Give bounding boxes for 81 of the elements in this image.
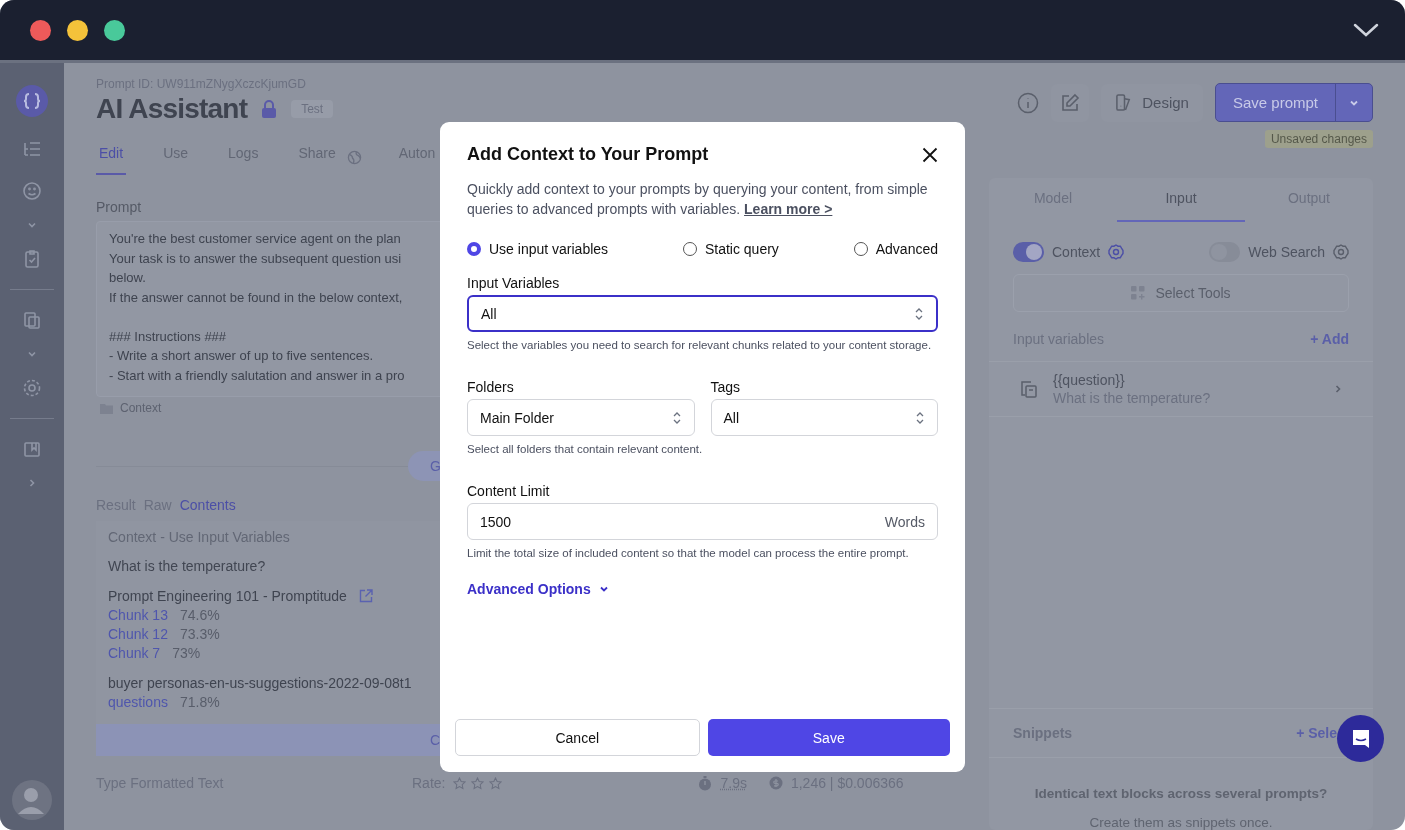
globe-icon <box>346 149 362 165</box>
field-label: Tags <box>710 379 742 395</box>
cancel-button[interactable]: Cancel <box>455 719 700 756</box>
chunk-score: 71.8% <box>179 694 220 710</box>
tool-label: Web Search <box>1248 244 1325 260</box>
prompt-title: AI Assistant <box>96 93 248 125</box>
prompt-line: - Write a short answer of up to five sentences. <box>109 348 374 363</box>
prompt-line: If the answer cannot be found in the below context, <box>109 289 403 305</box>
list-icon[interactable] <box>22 139 42 159</box>
settings-icon[interactable] <box>22 378 42 398</box>
unsaved-changes-badge: Unsaved changes <box>1264 130 1373 148</box>
chevron-right-icon <box>1333 384 1343 394</box>
unit-label: Words <box>884 513 925 530</box>
field-hint: Select all folders that contain relevant content. <box>467 442 704 457</box>
chunk-score: 73.3% <box>179 626 220 642</box>
radio-label[interactable]: Use input variables <box>489 241 609 257</box>
toggle-switch[interactable] <box>1013 242 1044 262</box>
variable-name: {{question}} <box>1053 372 1126 388</box>
field-label: Input Variables <box>467 275 561 291</box>
source-title: buyer personas-en-us-suggestions-2022-09-08t1 <box>108 675 412 691</box>
chunk-link[interactable]: questions <box>108 694 168 710</box>
avatar-icon[interactable] <box>12 780 52 820</box>
close-window-control[interactable] <box>30 19 51 41</box>
dialog-description: Quickly add context to your prompts by querying your content, from simple queries to advanced prompts with variables. Learn more > <box>467 180 929 219</box>
external-link-icon[interactable] <box>358 589 373 603</box>
star-rating[interactable] <box>453 776 503 790</box>
dialog-title: Add Context to Your Prompt <box>467 144 709 165</box>
chevron-down-icon[interactable] <box>1353 22 1379 38</box>
field-hint: Limit the total size of included content so that the model can process the entire prompt. <box>467 546 910 561</box>
files-icon <box>1019 379 1039 399</box>
save-button[interactable]: Save <box>707 719 950 756</box>
add-variable-link[interactable]: + Add <box>1310 331 1349 347</box>
radio-label[interactable]: Advanced <box>875 241 938 257</box>
advanced-options-toggle[interactable]: Advanced Options <box>467 581 938 597</box>
chunk-link[interactable]: Chunk 13 <box>108 607 168 623</box>
field-label: Folders <box>467 379 515 395</box>
coin-icon <box>768 776 783 790</box>
panel-tab[interactable]: Input <box>1117 178 1245 222</box>
select-tools-button[interactable]: Select Tools <box>1013 274 1349 312</box>
smiley-icon[interactable] <box>22 181 42 201</box>
files-icon[interactable] <box>22 310 42 330</box>
chunk-link[interactable]: Chunk 12 <box>108 626 168 642</box>
close-icon[interactable] <box>922 146 938 163</box>
stopwatch-icon <box>698 775 713 791</box>
field-label: Content Limit <box>467 483 551 499</box>
radio-label[interactable]: Static query <box>704 241 779 257</box>
contents-question: What is the temperature? <box>108 558 267 574</box>
tool-label: Context <box>1052 244 1101 260</box>
tags-select[interactable]: All <box>710 399 938 436</box>
prompt-line: ### Instructions ### <box>109 328 227 344</box>
clipboard-check-icon[interactable] <box>22 249 42 269</box>
star-icon[interactable] <box>471 776 485 790</box>
select-snippet-link[interactable]: + Sele <box>1296 725 1337 741</box>
tab[interactable]: Edit <box>96 139 127 175</box>
input-variables-select[interactable]: All <box>467 295 938 332</box>
source-title: Prompt Engineering 101 - Promptitude <box>108 588 347 604</box>
chunk-score: 73% <box>172 645 201 661</box>
prompt-line: - Start with a friendly salutation and answer in a pro <box>109 367 405 383</box>
chevron-down-icon <box>598 584 609 594</box>
star-icon[interactable] <box>489 776 503 790</box>
prompt-label: Prompt <box>96 199 142 215</box>
prompt-line: below. <box>109 270 146 285</box>
maximize-window-control[interactable] <box>104 19 125 41</box>
learn-more-link[interactable]: Learn more > <box>744 201 833 217</box>
info-icon[interactable] <box>1017 91 1040 114</box>
settings-icon[interactable] <box>1333 244 1349 260</box>
radio-button[interactable] <box>467 242 481 256</box>
chunk-link[interactable]: Chunk 7 <box>108 645 161 661</box>
field-hint: Select the variables you need to search for relevant chunks related to your content storage. <box>467 338 933 353</box>
minimize-window-control[interactable] <box>67 19 88 41</box>
result-tab[interactable]: Contents <box>179 497 236 513</box>
folders-select[interactable]: Main Folder <box>467 399 695 436</box>
content-limit-field[interactable]: 1500 Words <box>467 503 938 540</box>
logo-icon[interactable] <box>16 85 48 117</box>
settings-icon[interactable] <box>1108 244 1125 260</box>
lock-icon <box>261 100 278 118</box>
chunk-score: 74.6% <box>179 607 220 623</box>
document-icon[interactable] <box>22 439 42 459</box>
prompt-line: You're the best customer service agent on the plan <box>109 231 401 246</box>
prompt-line: Your task is to answer the subsequent question usi <box>109 250 402 266</box>
star-icon[interactable] <box>453 776 467 790</box>
